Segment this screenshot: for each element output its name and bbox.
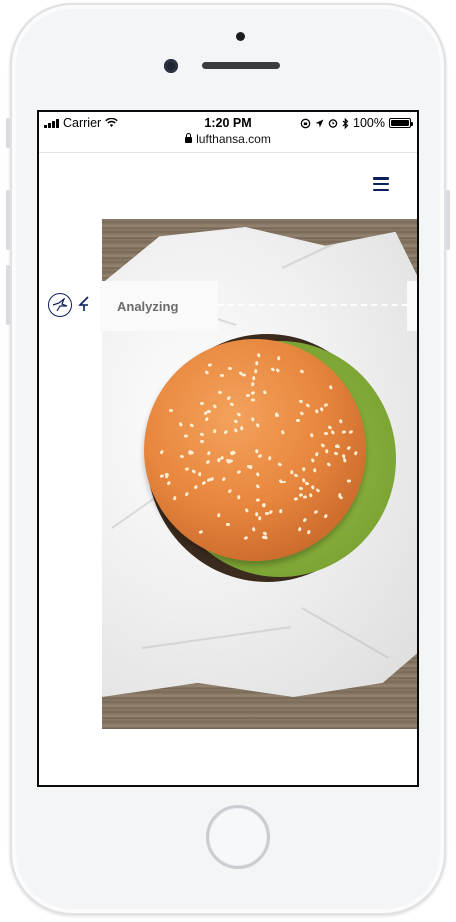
sesame-seed (246, 464, 252, 468)
sesame-seed (251, 417, 255, 422)
location-arrow-icon (315, 119, 324, 127)
url-text: lufthansa.com (196, 132, 271, 146)
battery-level-fill (391, 120, 409, 126)
sesame-seed (199, 401, 204, 405)
sesame-seed (217, 458, 220, 463)
lock-icon (185, 133, 193, 143)
sesame-seed (219, 373, 224, 377)
alarm-icon (328, 119, 338, 128)
proximity-sensor (236, 32, 245, 41)
lufthansa-crane-logo-icon (48, 293, 72, 317)
sesame-seed (258, 515, 261, 520)
hamburger-menu-icon[interactable] (373, 177, 389, 191)
sesame-seed (290, 469, 294, 474)
sesame-seed (217, 390, 223, 394)
earpiece-speaker (202, 62, 280, 69)
power-button[interactable] (446, 190, 450, 250)
status-bar: Carrier 1:20 PM 100% (39, 112, 417, 134)
analyzing-label: Analyzing (100, 281, 218, 331)
sesame-seed (240, 426, 244, 431)
sesame-seed (324, 431, 329, 435)
address-bar[interactable]: lufthansa.com (39, 132, 417, 150)
scan-end-marker (407, 281, 417, 331)
home-button[interactable] (206, 805, 270, 869)
browser-chrome-divider (39, 152, 417, 153)
logo-partial-icon (78, 296, 90, 316)
sesame-seed (268, 456, 272, 461)
sesame-seed (313, 468, 317, 473)
sesame-seed (245, 393, 251, 397)
battery-percentage: 100% (353, 116, 385, 130)
sesame-seed (226, 522, 231, 526)
sesame-seed (325, 449, 329, 454)
volume-down-button[interactable] (6, 265, 10, 325)
sesame-seed (308, 492, 313, 498)
screen: Carrier 1:20 PM 100% lufthansa.com Analy… (37, 110, 419, 787)
front-camera (164, 59, 178, 73)
sesame-seed (310, 433, 314, 438)
rotation-lock-icon (300, 118, 311, 128)
sesame-seed (254, 369, 258, 374)
sesame-seed (250, 398, 256, 402)
battery-icon (389, 118, 413, 128)
bluetooth-icon (342, 117, 349, 129)
sesame-seed (168, 409, 173, 412)
scan-line (218, 304, 408, 306)
volume-up-button[interactable] (6, 190, 10, 250)
sesame-seed (295, 418, 300, 422)
mute-switch[interactable] (6, 118, 10, 148)
